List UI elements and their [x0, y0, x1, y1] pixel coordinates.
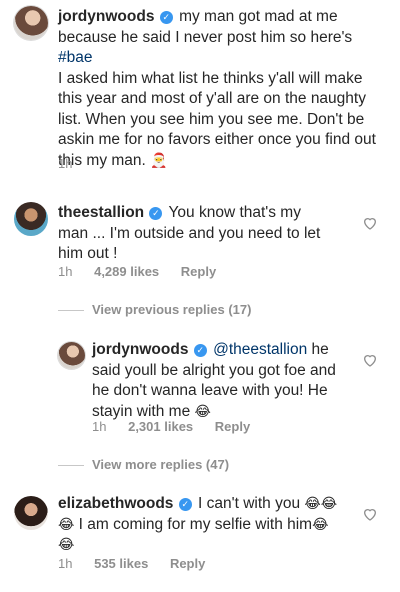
- view-more-replies-button[interactable]: View more replies (47): [92, 457, 229, 472]
- comment-username[interactable]: elizabethwoods: [58, 495, 173, 512]
- verified-icon: ✓: [193, 344, 207, 357]
- reply-text: jordynwoods ✓ @theestallion he said youl…: [92, 341, 336, 420]
- comment-username[interactable]: theestallion: [58, 204, 144, 221]
- mention-theestallion[interactable]: @theestallion: [213, 341, 307, 358]
- view-previous-replies-button[interactable]: View previous replies (17): [92, 302, 251, 317]
- divider-line: [58, 465, 84, 466]
- caption-text: jordynwoods ✓ my man got mad at me becau…: [58, 8, 376, 169]
- likes-count[interactable]: 4,289 likes: [94, 264, 159, 279]
- avatar-jordynwoods[interactable]: [14, 6, 48, 40]
- reply-meta: 1h 2,301 likes Reply: [92, 419, 251, 434]
- hashtag-bae[interactable]: #bae: [58, 49, 92, 66]
- likes-count[interactable]: 2,301 likes: [128, 419, 193, 434]
- reply-button[interactable]: Reply: [215, 419, 250, 434]
- verified-icon: ✓: [149, 207, 163, 220]
- laughing-emoji-icon: 😂: [194, 403, 211, 420]
- divider-line: [58, 310, 84, 311]
- comment-meta: 1h 535 likes Reply: [58, 556, 206, 571]
- laughing-emoji-icon: 😂: [320, 496, 338, 512]
- reply-button[interactable]: Reply: [181, 264, 216, 279]
- comment-meta: 1h 4,289 likes Reply: [58, 264, 217, 279]
- laughing-emoji-icon: 😂: [312, 516, 329, 533]
- comment-text: elizabethwoods ✓ I can't with you 😂😂 😂 I…: [58, 495, 338, 553]
- verified-icon: ✓: [159, 11, 173, 24]
- laughing-emoji-icon: 😂: [58, 516, 75, 533]
- laughing-emoji-icon: 😂: [58, 537, 75, 553]
- reply-button[interactable]: Reply: [170, 556, 205, 571]
- avatar-elizabethwoods[interactable]: [14, 496, 48, 530]
- caption-username[interactable]: jordynwoods: [58, 8, 154, 25]
- verified-icon: ✓: [178, 498, 192, 511]
- heart-icon[interactable]: [362, 215, 378, 231]
- likes-count[interactable]: 535 likes: [94, 556, 148, 571]
- heart-icon[interactable]: [362, 352, 378, 368]
- caption-time: 1h: [58, 156, 73, 171]
- avatar-theestallion[interactable]: [14, 202, 48, 236]
- santa-emoji-icon: 🎅: [150, 152, 168, 169]
- comment-text: theestallion ✓ You know that's my man ..…: [58, 204, 321, 262]
- avatar-jordynwoods-reply[interactable]: [58, 342, 85, 369]
- laughing-emoji-icon: 😂: [304, 496, 321, 512]
- reply-username[interactable]: jordynwoods: [92, 341, 188, 358]
- heart-icon[interactable]: [362, 506, 378, 522]
